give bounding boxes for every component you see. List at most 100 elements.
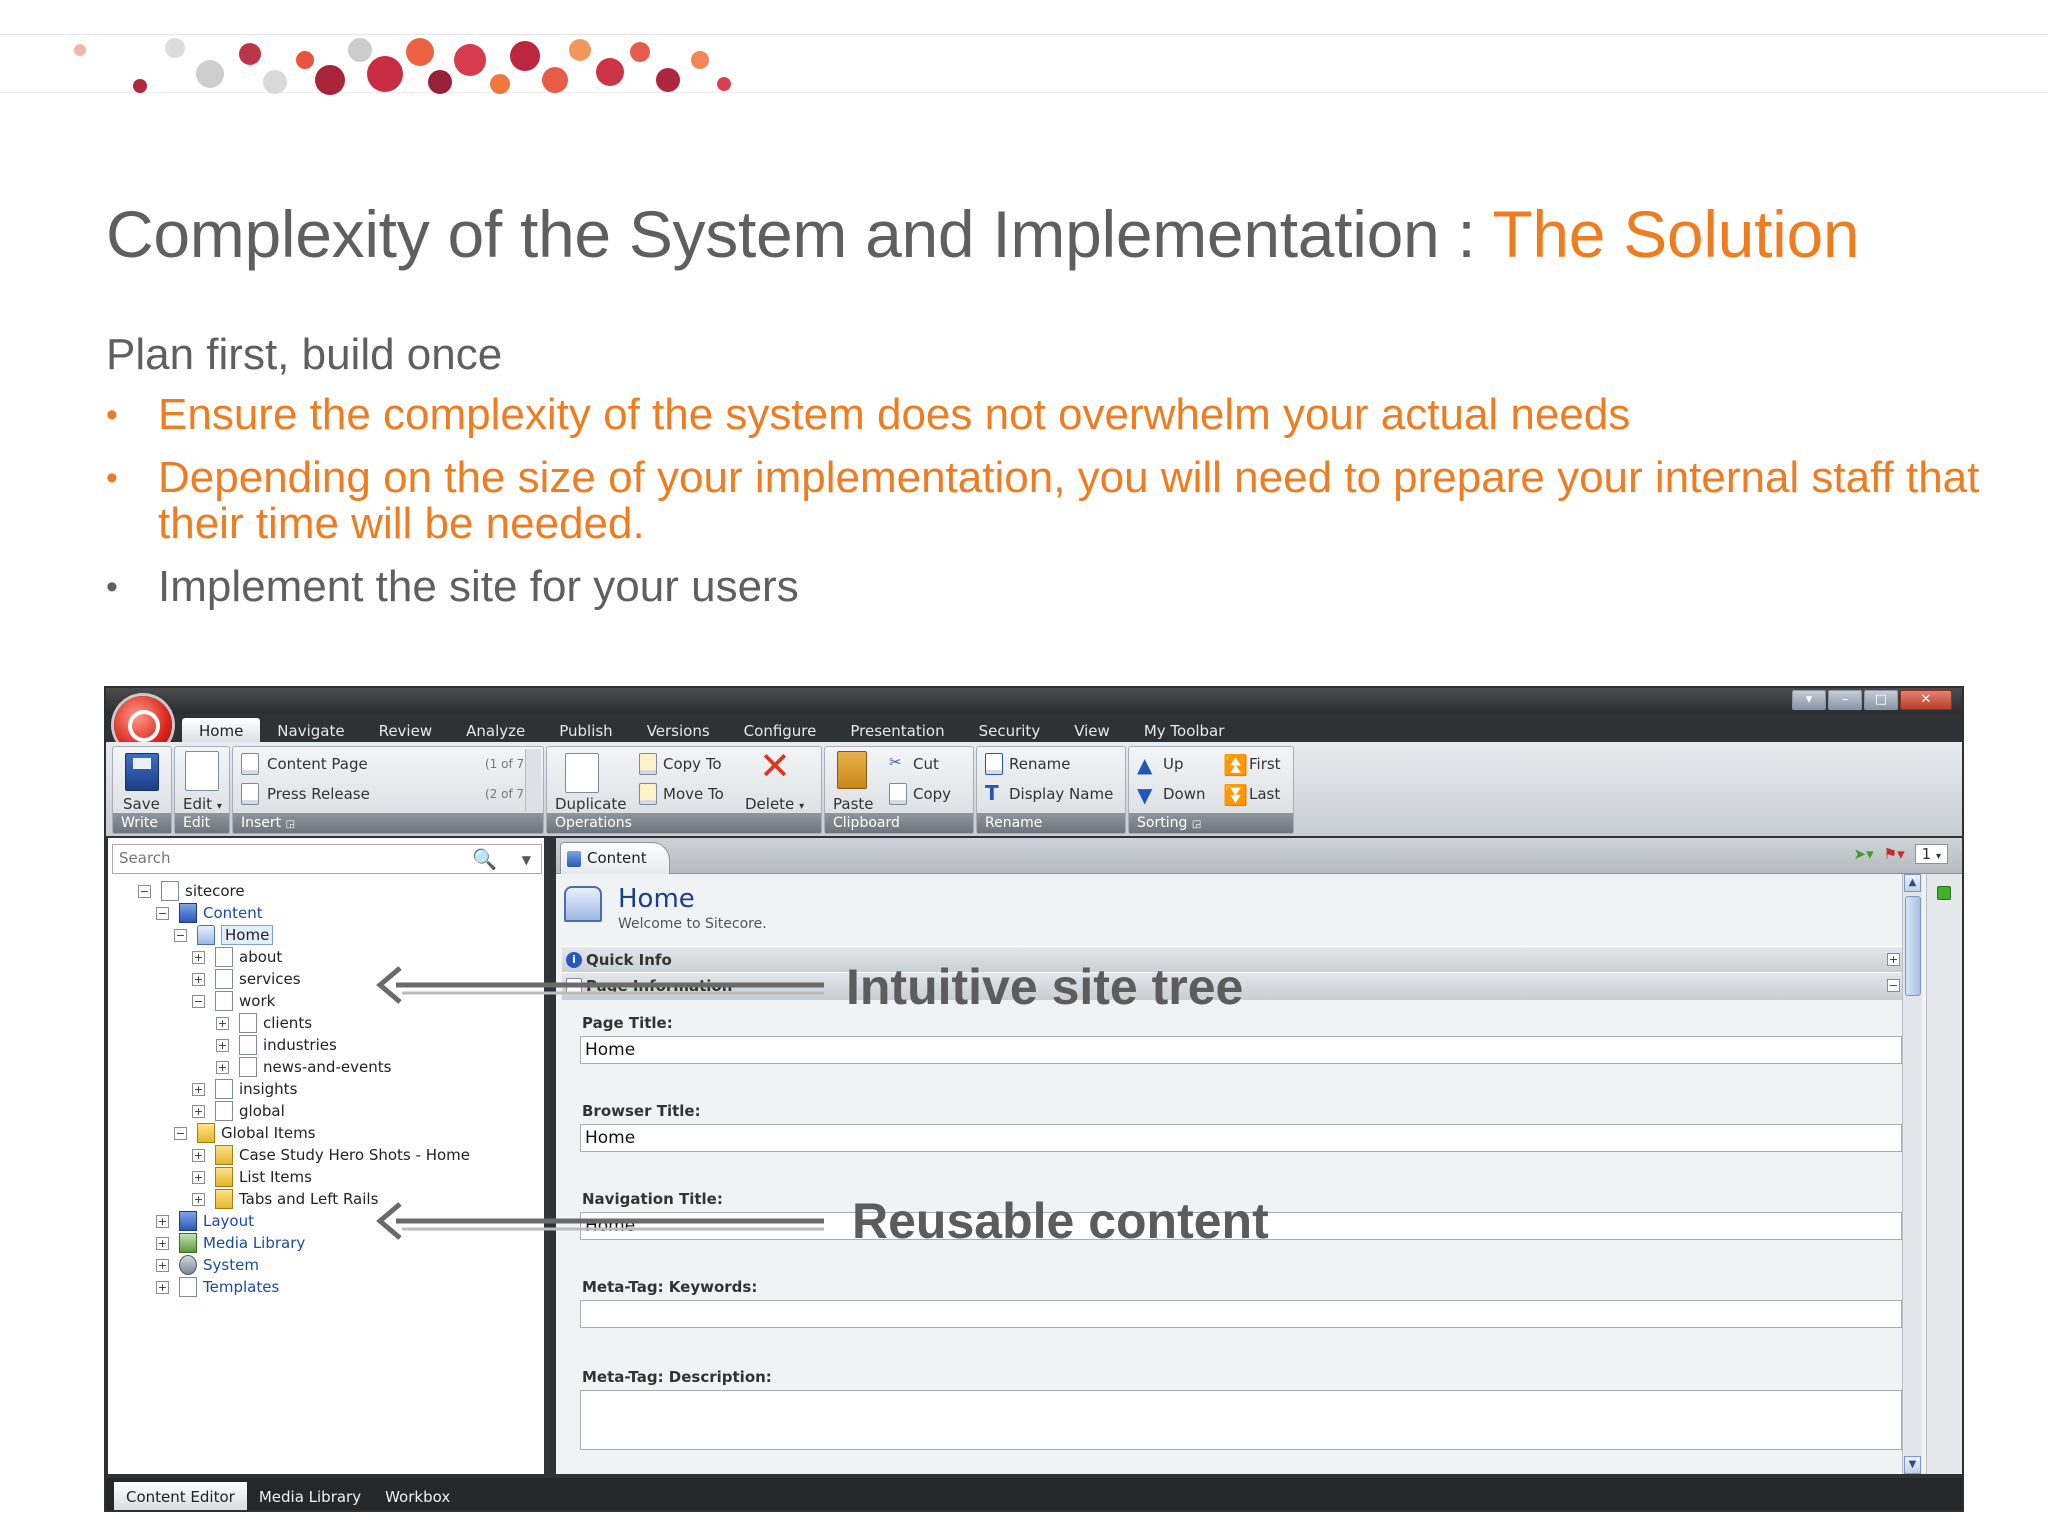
expand-icon[interactable]: +	[192, 950, 205, 964]
maximize-icon[interactable]: □	[1864, 690, 1898, 710]
expand-icon[interactable]: +	[216, 1060, 229, 1074]
expand-icon[interactable]: +	[156, 1236, 169, 1250]
tree-node-label: Templates	[203, 1278, 280, 1296]
dialog-launcher-icon[interactable]: ◲	[1192, 819, 1201, 830]
expand-icon[interactable]: +	[192, 1148, 205, 1162]
collapse-icon[interactable]: −	[192, 994, 205, 1008]
editor-scrollbar[interactable]: ▲ ▼	[1902, 874, 1922, 1474]
display-name-button[interactable]: Display Name	[1009, 785, 1113, 803]
tree-node-global-items[interactable]: − Global Items	[174, 1122, 316, 1144]
expand-icon[interactable]: +	[192, 1104, 205, 1118]
navigate-icon[interactable]: ➤▾	[1854, 845, 1874, 863]
expand-icon[interactable]: +	[156, 1214, 169, 1228]
copy-button[interactable]: Copy	[913, 785, 951, 803]
save-button[interactable]: Save	[123, 795, 160, 813]
tab-presentation[interactable]: Presentation	[833, 718, 961, 742]
sort-last-button[interactable]: Last	[1249, 785, 1280, 803]
tab-analyze[interactable]: Analyze	[449, 718, 542, 742]
expand-icon[interactable]: +	[192, 972, 205, 986]
tab-my-toolbar[interactable]: My Toolbar	[1127, 718, 1242, 742]
ribbon-group-label: Operations	[547, 813, 821, 833]
expand-icon[interactable]: +	[1887, 953, 1900, 966]
tree-node-content[interactable]: − Content	[156, 902, 263, 924]
expand-icon[interactable]: +	[156, 1280, 169, 1294]
tab-workbox[interactable]: Workbox	[373, 1482, 462, 1510]
search-input[interactable]	[113, 845, 473, 871]
duplicate-button[interactable]: Duplicate	[555, 795, 626, 813]
validation-status-icon[interactable]	[1937, 886, 1951, 900]
tree-node-templates[interactable]: + Templates	[156, 1276, 279, 1298]
move-to-button[interactable]: Move To	[663, 785, 724, 803]
scroll-up-icon[interactable]: ▲	[1904, 874, 1921, 892]
tree-node-home[interactable]: − Home	[174, 924, 274, 946]
expand-icon[interactable]: +	[216, 1038, 229, 1052]
collapse-icon[interactable]: −	[156, 906, 169, 920]
edit-button[interactable]: Edit ▾	[183, 795, 222, 813]
dropdown-icon[interactable]: ▾	[1792, 690, 1826, 710]
tree-node-layout[interactable]: + Layout	[156, 1210, 254, 1232]
tree-node-global[interactable]: + global	[192, 1100, 285, 1122]
version-selector[interactable]: 1 ▾	[1914, 844, 1948, 864]
scroll-down-icon[interactable]: ▼	[1904, 1456, 1921, 1474]
tree-node-about[interactable]: + about	[192, 946, 282, 968]
minimize-icon[interactable]: –	[1828, 690, 1862, 710]
tab-review[interactable]: Review	[362, 718, 450, 742]
collapse-icon[interactable]: −	[174, 928, 187, 942]
tab-media-library[interactable]: Media Library	[247, 1482, 373, 1510]
meta-description-field[interactable]	[580, 1390, 1902, 1450]
scroll-thumb[interactable]	[1905, 896, 1921, 996]
collapse-icon[interactable]: −	[138, 884, 151, 898]
tab-publish[interactable]: Publish	[542, 718, 629, 742]
tree-node-industries[interactable]: + industries	[216, 1034, 337, 1056]
browser-title-field[interactable]: Home	[580, 1124, 1902, 1152]
meta-keywords-field[interactable]	[580, 1300, 1902, 1328]
tab-security[interactable]: Security	[962, 718, 1058, 742]
tab-content[interactable]: Content	[560, 842, 670, 874]
tab-configure[interactable]: Configure	[727, 718, 834, 742]
sort-up-button[interactable]: Up	[1163, 755, 1184, 773]
arrow-up-icon: ▲	[1137, 753, 1153, 777]
tree-node-services[interactable]: + services	[192, 968, 301, 990]
insert-press-release[interactable]: Press Release	[267, 785, 370, 803]
tree-node-system[interactable]: + System	[156, 1254, 259, 1276]
expand-icon[interactable]: +	[216, 1016, 229, 1030]
close-icon[interactable]: ✕	[1900, 690, 1952, 710]
copy-to-button[interactable]: Copy To	[663, 755, 722, 773]
page-title-field[interactable]: Home	[580, 1036, 1902, 1064]
rename-button[interactable]: Rename	[1009, 755, 1071, 773]
insert-content-page[interactable]: Content Page	[267, 755, 368, 773]
expand-icon[interactable]: +	[192, 1170, 205, 1184]
tab-navigate[interactable]: Navigate	[260, 718, 361, 742]
collapse-icon[interactable]: −	[1887, 979, 1900, 992]
language-flag-icon[interactable]: ⚑▾	[1884, 845, 1905, 863]
expand-icon[interactable]: +	[192, 1082, 205, 1096]
tree-node-list-items[interactable]: + List Items	[192, 1166, 312, 1188]
dialog-launcher-icon[interactable]: ◲	[286, 819, 295, 830]
tree-node-sitecore[interactable]: − sitecore	[138, 880, 245, 902]
tab-versions[interactable]: Versions	[630, 718, 727, 742]
collapse-icon[interactable]: −	[174, 1126, 187, 1140]
expand-icon[interactable]: +	[192, 1192, 205, 1206]
sort-first-button[interactable]: First	[1249, 755, 1281, 773]
chevron-down-icon[interactable]: ▼	[522, 853, 531, 867]
search-icon[interactable]: 🔍	[472, 847, 497, 871]
paste-button[interactable]: Paste	[833, 795, 874, 813]
tree-node-tabs-and-left-rails[interactable]: + Tabs and Left Rails	[192, 1188, 378, 1210]
tree-node-label: Content	[203, 904, 263, 922]
cut-button[interactable]: Cut	[913, 755, 939, 773]
delete-button[interactable]: Delete ▾	[745, 795, 804, 813]
tree-node-media-library[interactable]: + Media Library	[156, 1232, 305, 1254]
tab-content-editor[interactable]: Content Editor	[114, 1482, 247, 1510]
section-title: Quick Info	[586, 951, 672, 969]
tab-view[interactable]: View	[1057, 718, 1127, 742]
tree-node-clients[interactable]: + clients	[216, 1012, 312, 1034]
insert-count: (1 of 7)	[485, 757, 529, 771]
tree-node-insights[interactable]: + insights	[192, 1078, 297, 1100]
expand-icon[interactable]: +	[156, 1258, 169, 1272]
tree-node-case-study-hero-shots[interactable]: + Case Study Hero Shots - Home	[192, 1144, 470, 1166]
sort-down-button[interactable]: Down	[1163, 785, 1206, 803]
tree-node-work[interactable]: − work	[192, 990, 275, 1012]
tab-home[interactable]: Home	[182, 718, 261, 742]
tree-node-news-and-events[interactable]: + news-and-events	[216, 1056, 391, 1078]
insert-scrollbar[interactable]	[525, 749, 541, 811]
